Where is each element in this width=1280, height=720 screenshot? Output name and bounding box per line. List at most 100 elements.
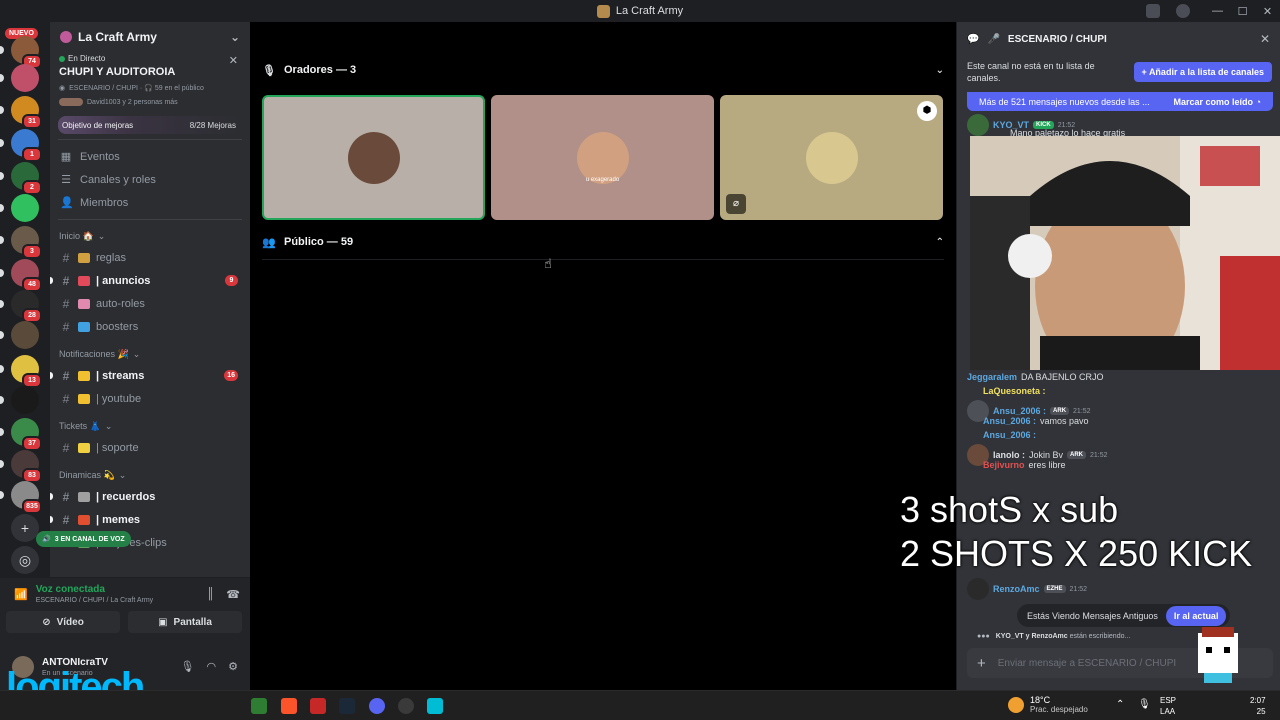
category-header[interactable]: Tickets 👗 ⌄ xyxy=(50,416,250,436)
audience-header[interactable]: 👥 Público — 59 ⌃ xyxy=(262,232,944,252)
disconnect-icon[interactable]: ☎ xyxy=(226,588,240,601)
channel-item[interactable]: # | youtube xyxy=(50,387,250,410)
new-messages-bar[interactable]: Más de 521 mensajes nuevos desde las ...… xyxy=(967,92,1273,111)
avatar-caption: u exagerado xyxy=(585,177,620,183)
compass-icon[interactable]: ◎ xyxy=(11,546,39,574)
chat-message[interactable]: Ansu_2006 : xyxy=(983,430,1036,440)
username[interactable]: ANTONIcraTV xyxy=(42,657,108,668)
typing-dots-icon: ●●● xyxy=(977,633,990,640)
channel-item[interactable]: # | anuncios 9 xyxy=(50,269,250,292)
obs-icon[interactable] xyxy=(398,698,414,714)
app-icon[interactable] xyxy=(427,698,443,714)
file-explorer-icon[interactable] xyxy=(251,698,267,714)
chevron-up-icon: ⌃ xyxy=(935,236,944,248)
speaker-tile[interactable] xyxy=(262,95,485,220)
message-author[interactable]: Ansu_2006 : xyxy=(983,430,1036,440)
speakers-header[interactable]: 🎙 Oradores — 3 ⌄ xyxy=(262,60,944,80)
screen-button-label: Pantalla xyxy=(173,616,212,628)
composer-placeholder[interactable]: Enviar mensaje a ESCENARIO / CHUPI xyxy=(998,658,1176,669)
app-icon[interactable] xyxy=(310,698,326,714)
signal-icon[interactable]: 📶 xyxy=(14,588,28,601)
server-icon[interactable] xyxy=(11,321,39,349)
category-header[interactable]: Notificaciones 🎉 ⌄ xyxy=(50,344,250,364)
chevron-up-icon[interactable]: ⌃ xyxy=(1116,699,1124,710)
channel-item[interactable]: # | memes xyxy=(50,508,250,531)
add-to-channels-button[interactable]: + Añadir a la lista de canales xyxy=(1133,62,1272,82)
help-icon[interactable] xyxy=(1176,4,1190,18)
nav-item[interactable]: ☰ Canales y roles xyxy=(50,168,250,191)
stage-channel-icon: 🎤 xyxy=(987,33,1000,45)
message-author[interactable]: Ansu_2006 : xyxy=(983,416,1036,426)
mention-badge: 16 xyxy=(224,370,238,381)
server-icon[interactable] xyxy=(11,64,39,92)
server-header[interactable]: La Craft Army ⌄ xyxy=(50,22,250,52)
channel-item[interactable]: # auto-roles xyxy=(50,292,250,315)
close-icon[interactable]: ✕ xyxy=(229,54,238,67)
close-icon[interactable]: ✕ xyxy=(1260,32,1270,46)
speaker-tile[interactable]: u exagerado xyxy=(491,95,714,220)
live-event-card[interactable]: En Directo CHUPI Y AUDITOROIA ◉ ESCENARIO… xyxy=(50,52,250,112)
channel-item[interactable]: # | soporte xyxy=(50,436,250,459)
screen-share-button[interactable]: ▣ Pantalla xyxy=(128,611,242,633)
plus-icon[interactable]: + xyxy=(977,655,986,672)
server-icon[interactable] xyxy=(11,194,39,222)
event-title: CHUPI Y AUDITOROIA xyxy=(59,66,176,78)
role-badge: ARK xyxy=(1067,451,1087,459)
steam-icon[interactable] xyxy=(339,698,355,714)
discord-icon[interactable] xyxy=(369,698,385,714)
language-indicator[interactable]: ESP LAA xyxy=(1160,695,1176,717)
chat-message[interactable]: RenzoAmc EZHE 21:52 xyxy=(967,578,1087,600)
brave-browser-icon[interactable] xyxy=(281,698,297,714)
channel-item[interactable]: # | streams 16 xyxy=(50,364,250,387)
minimize-button[interactable]: — xyxy=(1205,5,1230,17)
moderator-icon: ⬢ xyxy=(917,101,937,121)
event-meta: ◉ ESCENARIO / CHUPI · 🎧 59 en el público xyxy=(59,84,240,92)
unread-indicator xyxy=(0,172,4,180)
server-icon[interactable] xyxy=(11,386,39,414)
nav-item[interactable]: 👤 Miembros xyxy=(50,191,250,214)
channel-item[interactable]: # boosters xyxy=(50,315,250,338)
nav-item[interactable]: ▦ Eventos xyxy=(50,145,250,168)
close-button[interactable]: ✕ xyxy=(1255,5,1280,18)
server-icon xyxy=(596,4,610,18)
chat-message[interactable]: LaQuesoneta : xyxy=(983,386,1046,396)
voice-activity-pill[interactable]: 🔊 3 EN CANAL DE VOZ xyxy=(36,531,131,547)
weather-widget[interactable]: 18°C Prac. despejado xyxy=(1008,695,1088,714)
avatar xyxy=(805,131,858,184)
video-button[interactable]: ⊘ Vídeo xyxy=(6,611,120,633)
boost-goal[interactable]: Objetivo de mejoras 8/28 Mejoras xyxy=(58,116,242,134)
message-author[interactable]: Bejivurno xyxy=(983,460,1025,470)
add-server-icon[interactable]: + xyxy=(11,514,39,542)
clock[interactable]: 2:07 25 xyxy=(1250,695,1266,717)
channel-item[interactable]: # | recuerdos xyxy=(50,485,250,508)
chat-message[interactable]: Bejivurno eres libre xyxy=(983,460,1066,470)
message-author[interactable]: LaQuesoneta : xyxy=(983,386,1046,396)
event-listeners-text: David1003 y 2 personas más xyxy=(87,98,178,106)
inbox-icon[interactable] xyxy=(1146,4,1160,18)
divider xyxy=(262,259,944,260)
channel-emoji-icon xyxy=(78,491,90,502)
soundboard-icon[interactable]: ║ xyxy=(207,588,215,601)
chat-message[interactable]: Jeggaralem DA BAJENLO CRJO xyxy=(967,372,1104,382)
category-header[interactable]: Inicio 🏠 ⌄ xyxy=(50,226,250,246)
message-author[interactable]: Ansu_2006 : xyxy=(993,406,1046,416)
voice-status[interactable]: Voz conectada xyxy=(36,584,153,595)
microphone-icon[interactable]: 🎙 xyxy=(1138,699,1151,710)
message-author[interactable]: Jeggaralem xyxy=(967,372,1017,382)
typing-names: KYO_VT y RenzoAmc xyxy=(995,633,1068,640)
message-author[interactable]: Ianolo : xyxy=(993,450,1025,460)
maximize-button[interactable]: ☐ xyxy=(1230,5,1255,18)
threads-icon[interactable]: 💬 xyxy=(967,34,979,45)
channel-emoji-icon xyxy=(78,514,90,525)
chat-message[interactable]: Ansu_2006 : vamos pavo xyxy=(983,416,1089,426)
message-author[interactable]: RenzoAmc xyxy=(993,584,1040,594)
voice-channel-path[interactable]: ESCENARIO / CHUPI / La Craft Army xyxy=(36,597,153,604)
video-button-label: Vídeo xyxy=(56,616,84,628)
mark-read-button[interactable]: Marcar como leído ◔ xyxy=(1174,97,1261,107)
channel-label: | anuncios xyxy=(96,274,151,287)
speaker-tile[interactable]: ⬢ ⌀ xyxy=(720,95,943,220)
channel-label: | youtube xyxy=(96,392,142,405)
message-text: DA BAJENLO CRJO xyxy=(1021,372,1104,382)
channel-item[interactable]: # reglas xyxy=(50,246,250,269)
category-header[interactable]: Dinamicas 💫 ⌄ xyxy=(50,465,250,485)
